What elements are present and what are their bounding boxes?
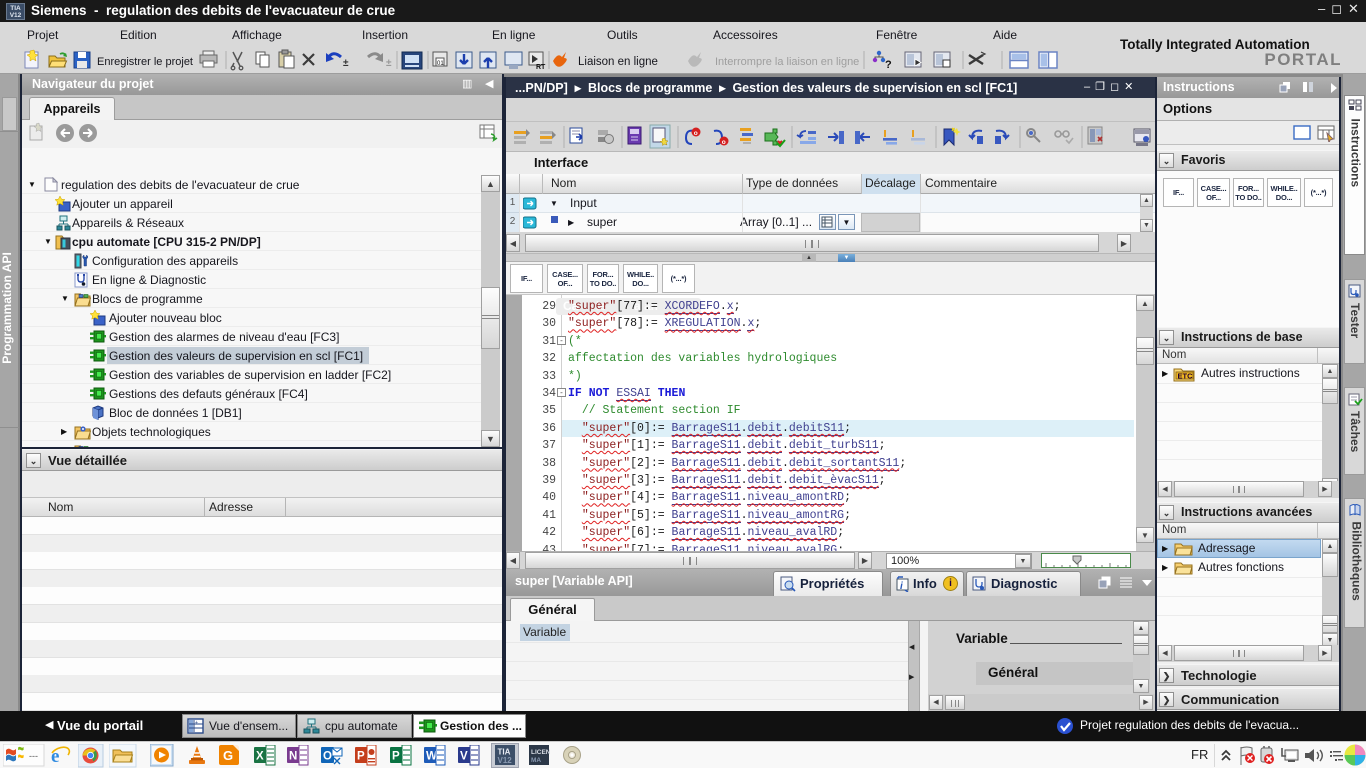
svg-text:G: G [223, 748, 233, 763]
svg-text:+: + [195, 720, 198, 726]
svg-text:O: O [323, 751, 332, 763]
svg-text:RT: RT [536, 64, 546, 71]
svg-text:W: W [426, 751, 437, 763]
svg-text:P: P [392, 751, 400, 763]
svg-text:MA: MA [531, 757, 541, 764]
svg-text:ETC: ETC [1178, 372, 1194, 381]
svg-text:Liaison en ligne: Liaison en ligne [578, 56, 658, 68]
svg-text:P: P [357, 751, 365, 763]
svg-text:Enregistrer le projet: Enregistrer le projet [97, 56, 193, 68]
svg-text:±: ± [343, 58, 349, 69]
svg-text:N: N [289, 751, 297, 763]
svg-text:LICEN: LICEN [531, 749, 550, 756]
svg-text:o: o [694, 130, 698, 137]
svg-text:i: i [900, 581, 903, 592]
svg-text:o: o [722, 139, 726, 146]
svg-text:01: 01 [437, 61, 444, 67]
svg-text:X: X [256, 751, 264, 763]
svg-text:---: --- [29, 751, 38, 761]
svg-text:Interrompre la liaison en lign: Interrompre la liaison en ligne [715, 56, 859, 68]
svg-text:?: ? [885, 59, 892, 71]
svg-text:V: V [460, 751, 468, 763]
svg-text:±: ± [386, 58, 392, 69]
svg-text:V12: V12 [498, 756, 513, 765]
